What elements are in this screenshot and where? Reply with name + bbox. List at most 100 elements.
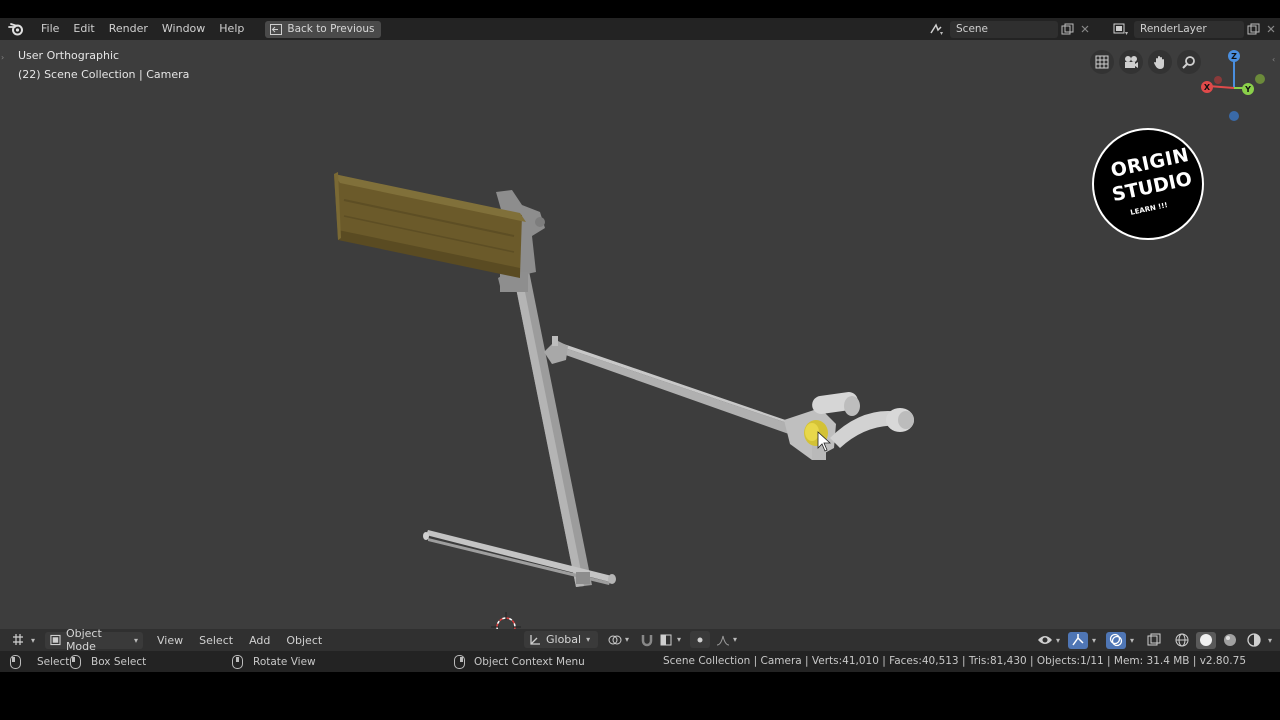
falloff-button[interactable]: ▾ — [712, 631, 741, 648]
menu-add[interactable]: Add — [245, 632, 274, 649]
render-layer-label: RenderLayer — [1140, 23, 1207, 35]
diagonal-arm[interactable] — [544, 336, 803, 438]
chevron-down-icon[interactable]: ▾ — [1130, 636, 1134, 645]
collection-info: (22) Scene Collection | Camera — [18, 67, 190, 81]
scene-name-label: Scene — [956, 23, 989, 35]
render-layer-field[interactable]: RenderLayer — [1134, 20, 1244, 38]
visibility-button[interactable]: ▾ — [1033, 632, 1064, 649]
3d-cursor[interactable] — [491, 612, 521, 629]
back-icon — [270, 23, 283, 35]
status-select-label: Select — [37, 655, 70, 668]
gizmo-x-label: X — [1204, 83, 1211, 92]
scene-render[interactable]: › ‹ — [0, 40, 1280, 629]
status-rotate-view: Rotate View — [232, 654, 316, 669]
svg-text:‹: ‹ — [1272, 55, 1275, 64]
menu-select[interactable]: Select — [195, 632, 237, 649]
solid-sphere-icon — [1199, 634, 1212, 646]
xray-toggle[interactable] — [1144, 632, 1164, 649]
status-select: Select — [10, 654, 70, 669]
editor-type-icon — [13, 634, 23, 645]
menu-object[interactable]: Object — [282, 632, 326, 649]
render-layer-icon[interactable]: ▾ — [1108, 20, 1134, 38]
svg-text:▾: ▾ — [1125, 30, 1128, 36]
eye-icon — [1037, 636, 1052, 644]
overlays-icon — [1109, 633, 1123, 647]
selected-panel-object[interactable] — [334, 172, 526, 278]
gizmo-z-label: Z — [1231, 52, 1237, 61]
delete-scene-icon[interactable] — [1076, 20, 1094, 38]
overlays-toggle[interactable] — [1105, 631, 1126, 649]
chevron-down-icon: ▾ — [1055, 635, 1060, 645]
chevron-down-icon[interactable]: ▾ — [1092, 636, 1096, 645]
gizmo-y-label: Y — [1244, 85, 1251, 94]
snap-target-icon — [660, 634, 672, 645]
camera-icon[interactable] — [1119, 50, 1143, 74]
scene-statistics: Scene Collection | Camera | Verts:41,010… — [662, 655, 1246, 667]
chevron-down-icon: ▾ — [625, 635, 630, 644]
transform-orientation-dropdown[interactable]: Global ▾ — [524, 631, 598, 648]
3d-viewport[interactable]: › ‹ User Orthographic (22) Scene Collect… — [0, 40, 1280, 629]
mouse-left-icon — [10, 654, 21, 669]
chevron-down-icon[interactable]: ▾ — [1268, 636, 1272, 645]
menu-help[interactable]: Help — [212, 18, 251, 40]
gizmo-icon — [1072, 634, 1084, 646]
mouse-right-icon — [454, 654, 465, 669]
orientation-label: Global — [546, 633, 582, 646]
letterbox-bottom — [0, 672, 1280, 720]
falloff-curve-icon — [716, 635, 730, 645]
mechanism-assembly[interactable] — [784, 391, 914, 460]
dot-icon — [697, 637, 703, 642]
status-rotate-view-label: Rotate View — [253, 655, 316, 668]
object-mode-dropdown[interactable]: Object Mode ▾ — [45, 627, 144, 653]
menu-edit[interactable]: Edit — [66, 18, 101, 40]
base-rod[interactable] — [423, 530, 616, 585]
viewport-header-right: ▾ ▾ ▾ ▾ — [1033, 631, 1272, 649]
snap-toggle[interactable] — [637, 631, 657, 648]
chevron-down-icon: ▾ — [733, 635, 738, 644]
hand-icon[interactable] — [1148, 50, 1172, 74]
menu-view[interactable]: View — [153, 632, 187, 649]
blender-logo-icon[interactable] — [6, 19, 26, 39]
axis-gizmo[interactable]: Z X Y — [1196, 46, 1272, 126]
back-to-previous-button[interactable]: Back to Previous — [265, 20, 382, 38]
status-box-select: Box Select — [70, 654, 147, 669]
new-scene-icon[interactable] — [1058, 20, 1076, 38]
mouse-drag-icon — [70, 654, 81, 669]
top-right-controls: ▾ Scene ▾ RenderLayer — [924, 18, 1280, 40]
view-name: User Orthographic — [18, 49, 120, 62]
gizmo-toggle[interactable] — [1067, 631, 1088, 649]
chevron-down-icon: ▾ — [134, 635, 139, 645]
new-layer-icon[interactable] — [1244, 20, 1262, 38]
svg-text:▾: ▾ — [940, 30, 943, 36]
chevron-down-icon: ▾ — [677, 635, 682, 644]
status-box-select-label: Box Select — [91, 655, 147, 668]
status-context-menu: Object Context Menu — [454, 654, 585, 669]
menu-render[interactable]: Render — [102, 18, 155, 40]
rendered-shading-button[interactable] — [1244, 632, 1264, 649]
navigation-icons — [1090, 50, 1201, 74]
menu-window[interactable]: Window — [155, 18, 212, 40]
magnet-icon — [641, 634, 653, 646]
delete-layer-icon[interactable] — [1262, 20, 1280, 38]
svg-text:›: › — [1, 53, 4, 62]
editor-type-button[interactable]: ▾ — [8, 632, 39, 649]
chevron-down-icon: ▾ — [31, 635, 36, 645]
proportional-editing-toggle[interactable] — [690, 631, 710, 648]
scene-name-field[interactable]: Scene — [950, 20, 1058, 38]
wireframe-sphere-icon — [1175, 633, 1189, 647]
material-sphere-icon — [1223, 634, 1236, 646]
menu-file[interactable]: File — [34, 18, 66, 40]
viewport-info: User Orthographic (22) Scene Collection … — [18, 47, 189, 84]
object-mode-icon — [50, 634, 61, 646]
material-shading-button[interactable] — [1220, 632, 1240, 649]
status-bar: Select Box Select Rotate View Object Con… — [0, 651, 1280, 672]
grid-icon[interactable] — [1090, 50, 1114, 74]
status-context-menu-label: Object Context Menu — [474, 655, 585, 668]
pivot-point-button[interactable]: ▾ — [604, 631, 633, 648]
snap-target-button[interactable]: ▾ — [656, 631, 685, 648]
wireframe-shading-button[interactable] — [1172, 632, 1192, 649]
orientation-icon — [530, 634, 540, 645]
solid-shading-button[interactable] — [1195, 631, 1216, 649]
object-mode-label: Object Mode — [65, 627, 102, 653]
scene-selector-icon[interactable]: ▾ — [924, 20, 950, 38]
